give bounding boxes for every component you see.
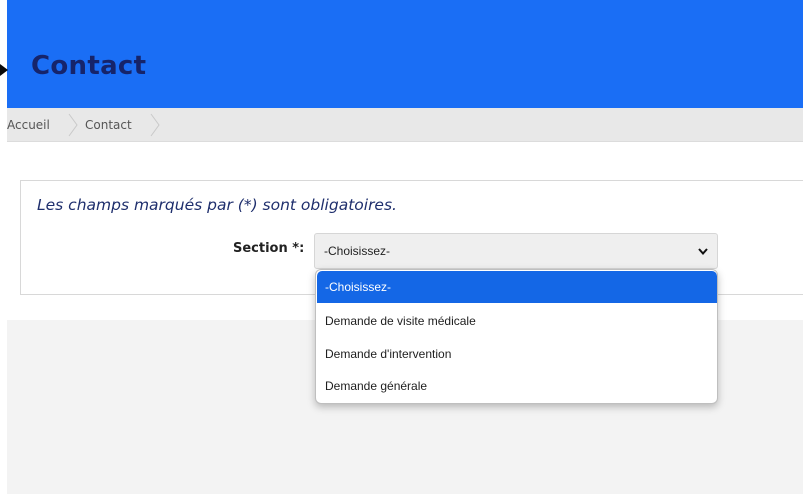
required-fields-note: Les champs marqués par (*) sont obligato… — [37, 196, 397, 214]
section-option-intervention[interactable]: Demande d'intervention — [317, 338, 717, 370]
section-option-general[interactable]: Demande générale — [317, 370, 717, 402]
section-select-value: -Choisissez- — [324, 244, 391, 258]
breadcrumb: Accueil Contact — [7, 108, 803, 142]
section-select[interactable]: -Choisissez- — [314, 233, 718, 269]
triangle-right-icon — [0, 64, 8, 76]
breadcrumb-current: Contact — [85, 118, 132, 132]
chevron-right-icon — [68, 113, 78, 137]
page: Contact Accueil Contact Les champs marqu… — [0, 0, 803, 494]
chevron-down-icon — [698, 248, 708, 255]
breadcrumb-home-link[interactable]: Accueil — [7, 108, 50, 142]
section-dropdown-list: -Choisissez- Demande de visite médicale … — [315, 269, 718, 404]
section-option-choose[interactable]: -Choisissez- — [317, 271, 717, 303]
page-title: Contact — [31, 51, 147, 81]
chevron-right-icon — [150, 113, 160, 137]
section-option-medical-visit[interactable]: Demande de visite médicale — [317, 305, 717, 337]
section-label: Section *: — [233, 241, 305, 256]
